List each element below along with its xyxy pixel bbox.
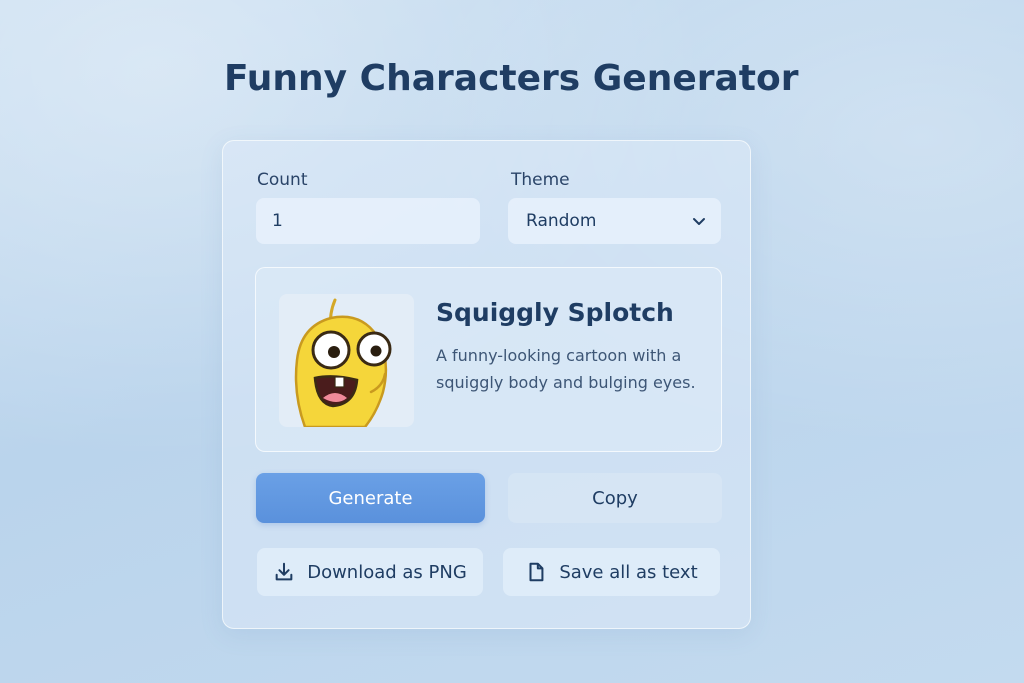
character-description: A funny-looking cartoon with a squiggly …: [436, 346, 696, 392]
character-avatar: [279, 294, 414, 427]
copy-button-label: Copy: [592, 487, 638, 509]
theme-label: Theme: [511, 170, 570, 190]
download-icon: [275, 562, 293, 581]
save-text-button[interactable]: Save all as text: [503, 548, 720, 596]
character-illustration: [294, 298, 392, 427]
generate-button-label: Generate: [328, 487, 413, 509]
download-png-label: Download as PNG: [307, 561, 467, 583]
generator-panel: Count Theme Random: [222, 140, 751, 629]
theme-select-value: Random: [526, 211, 597, 231]
file-icon: [529, 562, 544, 582]
chevron-down-icon: [693, 218, 705, 225]
save-text-label: Save all as text: [559, 561, 698, 583]
download-png-button[interactable]: Download as PNG: [257, 548, 483, 596]
generate-button[interactable]: Generate: [256, 473, 485, 523]
character-card: Squiggly Splotch A funny-looking cartoon…: [255, 267, 722, 452]
count-label: Count: [257, 170, 308, 190]
theme-select[interactable]: Random: [508, 198, 721, 244]
page-title: Funny Characters Generator: [224, 58, 799, 99]
copy-button[interactable]: Copy: [508, 473, 722, 523]
count-input[interactable]: [256, 198, 480, 244]
character-name: Squiggly Splotch: [436, 298, 674, 327]
